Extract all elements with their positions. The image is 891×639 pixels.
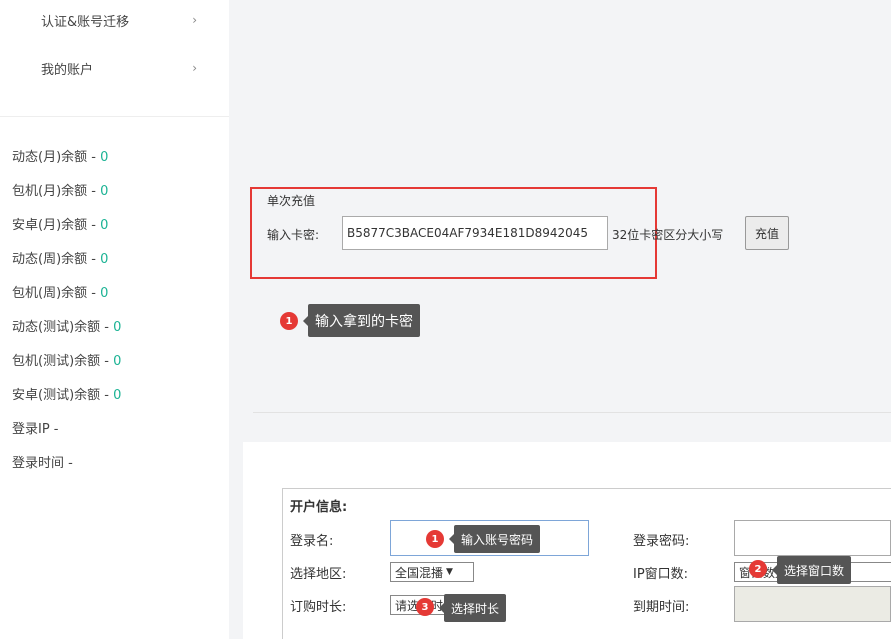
balance-test-dedicated: 包机(测试)余额 - 0 — [12, 354, 122, 369]
step-badge: 1 — [426, 530, 444, 548]
step-badge: 1 — [280, 312, 298, 330]
card-key-label: 输入卡密: — [267, 228, 320, 242]
username-label: 登录名: — [290, 534, 334, 549]
balance-monthly-dedicated: 包机(月)余额 - 0 — [12, 184, 109, 199]
tooltip-enter-credentials: 输入账号密码 — [448, 525, 541, 553]
login-ip: 登录IP - — [12, 422, 59, 437]
balance-test-android: 安卓(测试)余额 - 0 — [12, 388, 122, 403]
password-label: 登录密码: — [633, 534, 690, 549]
expire-time-input — [734, 586, 891, 622]
chevron-right-icon: › — [192, 61, 197, 75]
recharge-title: 单次充值 — [267, 194, 316, 208]
recharge-button[interactable]: 充值 — [745, 216, 789, 250]
expire-label: 到期时间: — [633, 600, 690, 615]
sidebar-item-verify-migrate[interactable]: 认证&账号迁移 › — [0, 5, 229, 35]
balance-monthly-android: 安卓(月)余额 - 0 — [12, 218, 109, 233]
sidebar-item-my-account[interactable]: 我的账户 › — [0, 53, 229, 83]
region-select[interactable]: 全国混播 ▼ — [390, 562, 474, 582]
sidebar-item-label: 我的账户 — [41, 62, 94, 78]
tooltip-enter-card-key: 输入拿到的卡密 — [303, 304, 420, 337]
balance-weekly-dynamic: 动态(周)余额 - 0 — [12, 252, 109, 267]
tooltip-select-window-count: 选择窗口数 — [771, 556, 852, 584]
tooltip-select-duration: 选择时长 — [438, 594, 507, 622]
card-key-input[interactable] — [342, 216, 608, 250]
sidebar-divider — [0, 116, 229, 117]
card-key-hint: 32位卡密区分大小写 — [612, 228, 724, 242]
sidebar-item-label: 认证&账号迁移 — [41, 14, 130, 30]
password-input[interactable] — [734, 520, 891, 556]
duration-label: 订购时长: — [290, 600, 347, 615]
chevron-right-icon: › — [192, 13, 197, 27]
sidebar: 认证&账号迁移 › 我的账户 › 动态(月)余额 - 0 包机(月)余额 - 0… — [0, 0, 229, 639]
login-time: 登录时间 - — [12, 456, 73, 471]
region-label: 选择地区: — [290, 567, 347, 582]
section-divider — [253, 412, 891, 413]
ip-window-label: IP窗口数: — [633, 567, 689, 582]
balance-test-dynamic: 动态(测试)余额 - 0 — [12, 320, 122, 335]
balance-monthly-dynamic: 动态(月)余额 - 0 — [12, 150, 109, 165]
section-title: 开户信息: — [290, 500, 348, 515]
step-badge: 2 — [749, 560, 767, 578]
dropdown-arrow-icon: ▼ — [446, 567, 453, 577]
step-badge: 3 — [416, 598, 434, 616]
balance-weekly-dedicated: 包机(周)余额 - 0 — [12, 286, 109, 301]
